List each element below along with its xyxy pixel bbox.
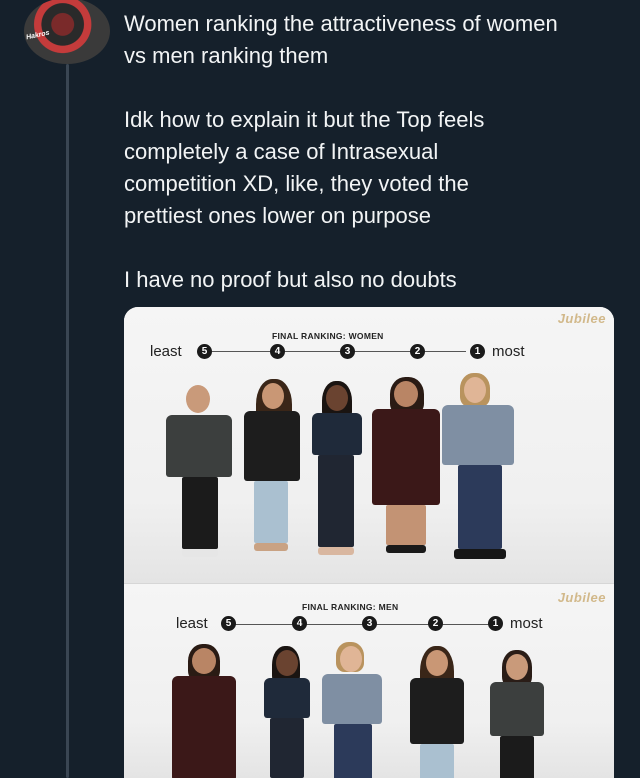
rank-number: 5: [197, 344, 212, 359]
rank-number: 3: [340, 344, 355, 359]
tweet-text: Women ranking the attractiveness of wome…: [124, 8, 624, 296]
most-label: most: [510, 615, 543, 632]
user-avatar[interactable]: Hakros: [24, 0, 110, 64]
rank-number: 1: [470, 344, 485, 359]
tweet-media-image[interactable]: Jubilee FINAL RANKING: WOMEN least 5 4 3…: [124, 307, 614, 778]
ranking-panel-women: Jubilee FINAL RANKING: WOMEN least 5 4 3…: [124, 307, 614, 583]
tweet-line: Women ranking the attractiveness of wome…: [124, 11, 558, 36]
least-label: least: [176, 615, 208, 632]
tweet-line: I have no proof but also no doubts: [124, 267, 457, 292]
ranking-panel-men: Jubilee FINAL RANKING: MEN least 5 4 3 2…: [124, 583, 614, 778]
rank-number: 4: [292, 616, 307, 631]
most-label: most: [492, 343, 525, 360]
ranking-scale-line: [208, 351, 466, 352]
rank-number: 5: [221, 616, 236, 631]
jubilee-watermark: Jubilee: [557, 590, 606, 605]
avatar-badge-text: Hakros: [25, 29, 51, 42]
least-label: least: [150, 343, 182, 360]
tweet-line: vs men ranking them: [124, 43, 329, 68]
tweet-line: prettiest ones lower on purpose: [124, 203, 431, 228]
tweet-line: competition XD, like, they voted the: [124, 171, 469, 196]
rank-number: 3: [362, 616, 377, 631]
tweet-line: Idk how to explain it but the Top feels: [124, 107, 485, 132]
thread-connector-line: [66, 64, 69, 778]
ranking-title: FINAL RANKING: WOMEN: [272, 331, 384, 341]
rank-number: 4: [270, 344, 285, 359]
rank-number: 2: [410, 344, 425, 359]
tweet-line: completely a case of Intrasexual: [124, 139, 439, 164]
jubilee-watermark: Jubilee: [557, 311, 606, 326]
rank-number: 2: [428, 616, 443, 631]
rank-number: 1: [488, 616, 503, 631]
ranking-title: FINAL RANKING: MEN: [302, 602, 399, 612]
